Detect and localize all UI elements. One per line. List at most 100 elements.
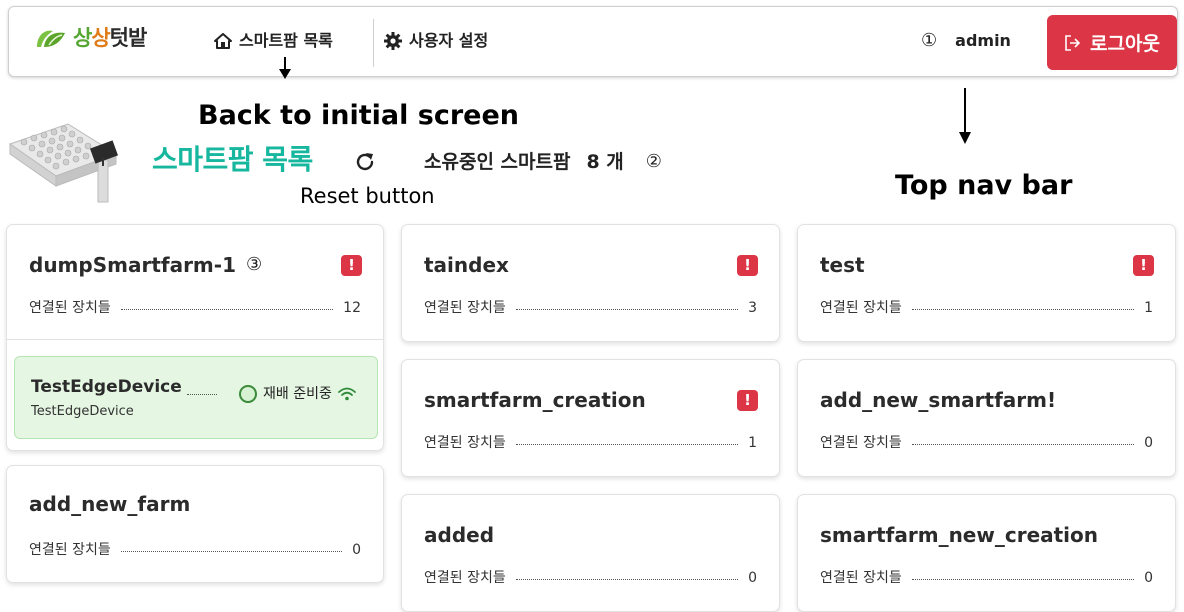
logout-button[interactable]: 로그아웃 — [1047, 15, 1177, 70]
connected-devices-count: 12 — [343, 300, 361, 316]
leaf-logo-icon — [37, 30, 65, 47]
app-logo[interactable]: 상상텃밭 — [35, 25, 147, 51]
annotation-arrow-back — [279, 57, 291, 79]
logo-char: 상 — [73, 26, 92, 50]
edge-status-label: 재배 준비중 — [263, 386, 332, 402]
farm-card[interactable]: dumpSmartfarm-1 ③ ! 연결된 장치들 12 TestEdgeD… — [6, 224, 384, 451]
connected-devices-count: 0 — [1144, 570, 1153, 586]
logo-char: 텃 — [109, 26, 129, 50]
edge-device-id: TestEdgeDevice — [31, 404, 134, 419]
nav-user-settings-link[interactable]: 사용자 설정 — [384, 29, 488, 53]
annotation-marker-2: ② — [645, 151, 662, 172]
connected-devices-label: 연결된 장치들 — [820, 570, 902, 586]
farm-card[interactable]: add_new_farm 연결된 장치들 0 — [6, 465, 384, 583]
edge-device-item[interactable]: TestEdgeDevice TestEdgeDevice 재배 준비중 — [14, 356, 378, 439]
connected-devices-count: 0 — [1144, 435, 1153, 451]
logo-char: 밭 — [127, 26, 147, 50]
annotation-marker-3: ③ — [246, 254, 263, 275]
alert-badge-icon[interactable]: ! — [1133, 255, 1154, 276]
alert-badge-icon[interactable]: ! — [341, 255, 362, 276]
edge-device-name: TestEdgeDevice — [31, 377, 182, 397]
connected-devices-row: 연결된 장치들 0 — [424, 568, 757, 588]
connected-devices-row: 연결된 장치들 1 — [424, 433, 757, 453]
dotted-leader — [911, 443, 1135, 445]
farm-card-title: dumpSmartfarm-1 ③ — [29, 251, 262, 279]
owned-summary: 소유중인 스마트팜 8 개 ② — [424, 148, 662, 176]
smartfarm-illustration-icon — [8, 123, 119, 203]
connected-devices-count: 0 — [748, 570, 757, 586]
farm-name: smartfarm_creation — [424, 388, 646, 412]
farm-card-title: add_new_farm — [29, 490, 190, 518]
top-nav-bar: 상상텃밭 스마트팜 목록 사용자 설정 ① admin 로그아웃 — [8, 6, 1178, 77]
page-title: 스마트팜 목록 — [152, 143, 313, 176]
annotation-top-nav-bar: Top nav bar — [895, 170, 1073, 201]
farm-card-title: test — [820, 251, 865, 279]
farm-name: dumpSmartfarm-1 — [29, 253, 236, 277]
dotted-leader — [911, 308, 1135, 310]
dotted-leader — [515, 308, 739, 310]
user-area: ① admin — [921, 29, 1011, 53]
logout-icon — [1065, 34, 1081, 51]
dotted-leader — [515, 443, 739, 445]
annotation-back-to-initial: Back to initial screen — [198, 100, 520, 131]
connected-devices-row: 연결된 장치들 0 — [820, 433, 1153, 453]
nav-home-label: 스마트팜 목록 — [239, 31, 333, 50]
farm-card-title: add_new_smartfarm! — [820, 386, 1056, 414]
alert-badge-icon[interactable]: ! — [737, 390, 758, 411]
dotted-leader — [187, 394, 217, 395]
annotation-arrow-topnav — [959, 88, 971, 144]
connected-devices-label: 연결된 장치들 — [424, 570, 506, 586]
farm-name: taindex — [424, 253, 509, 277]
alert-badge-icon[interactable]: ! — [737, 255, 758, 276]
farm-card-title: smartfarm_new_creation — [820, 521, 1098, 549]
farm-name: test — [820, 253, 865, 277]
farm-card[interactable]: added 연결된 장치들 0 — [401, 494, 780, 612]
connected-devices-count: 3 — [748, 300, 757, 316]
refresh-icon[interactable] — [352, 149, 378, 175]
dotted-leader — [120, 308, 334, 310]
nav-divider — [373, 19, 374, 67]
connected-devices-row: 연결된 장치들 0 — [29, 540, 361, 560]
edge-device-status: 재배 준비중 — [239, 384, 356, 404]
dotted-leader — [120, 550, 343, 552]
connected-devices-count: 1 — [1144, 300, 1153, 316]
farm-name: smartfarm_new_creation — [820, 523, 1099, 547]
owned-label: 소유중인 스마트팜 — [424, 151, 571, 173]
annotation-marker-1: ① — [921, 30, 938, 51]
connected-devices-label: 연결된 장치들 — [820, 435, 902, 451]
nav-smartfarm-list-link[interactable]: 스마트팜 목록 — [214, 29, 333, 53]
connected-devices-row: 연결된 장치들 12 — [29, 298, 361, 318]
farm-card[interactable]: smartfarm_creation ! 연결된 장치들 1 — [401, 359, 780, 477]
logo-char: 상 — [91, 26, 110, 50]
connected-devices-label: 연결된 장치들 — [29, 300, 111, 316]
farm-card-title: smartfarm_creation — [424, 386, 646, 414]
farm-card-title: taindex — [424, 251, 509, 279]
connected-devices-row: 연결된 장치들 0 — [820, 568, 1153, 588]
connected-devices-label: 연결된 장치들 — [424, 435, 506, 451]
logout-label: 로그아웃 — [1090, 33, 1160, 55]
farm-card[interactable]: smartfarm_new_creation 연결된 장치들 0 — [797, 494, 1176, 612]
connected-devices-count: 0 — [352, 542, 361, 558]
status-circle-icon — [239, 385, 257, 403]
home-icon — [214, 33, 232, 49]
connected-devices-label: 연결된 장치들 — [29, 542, 111, 558]
connected-devices-row: 연결된 장치들 1 — [820, 298, 1153, 318]
dotted-leader — [911, 578, 1135, 580]
connected-devices-count: 1 — [748, 435, 757, 451]
logo-wordmark: 상상텃밭 — [73, 25, 147, 51]
nav-settings-label: 사용자 설정 — [409, 31, 489, 50]
connected-devices-label: 연결된 장치들 — [820, 300, 902, 316]
farm-card[interactable]: taindex ! 연결된 장치들 3 — [401, 224, 780, 342]
wifi-icon — [337, 387, 356, 401]
connected-devices-row: 연결된 장치들 3 — [424, 298, 757, 318]
farm-name: added — [424, 523, 495, 547]
farm-card[interactable]: add_new_smartfarm! 연결된 장치들 0 — [797, 359, 1176, 477]
farm-name: add_new_farm — [29, 492, 191, 516]
farm-card[interactable]: test ! 연결된 장치들 1 — [797, 224, 1176, 342]
owned-count: 8 개 — [586, 151, 624, 173]
dotted-leader — [515, 578, 739, 580]
card-divider — [7, 339, 383, 340]
farm-name: add_new_smartfarm! — [820, 388, 1057, 412]
farm-card-title: added — [424, 521, 494, 549]
annotation-reset-button: Reset button — [300, 184, 435, 208]
